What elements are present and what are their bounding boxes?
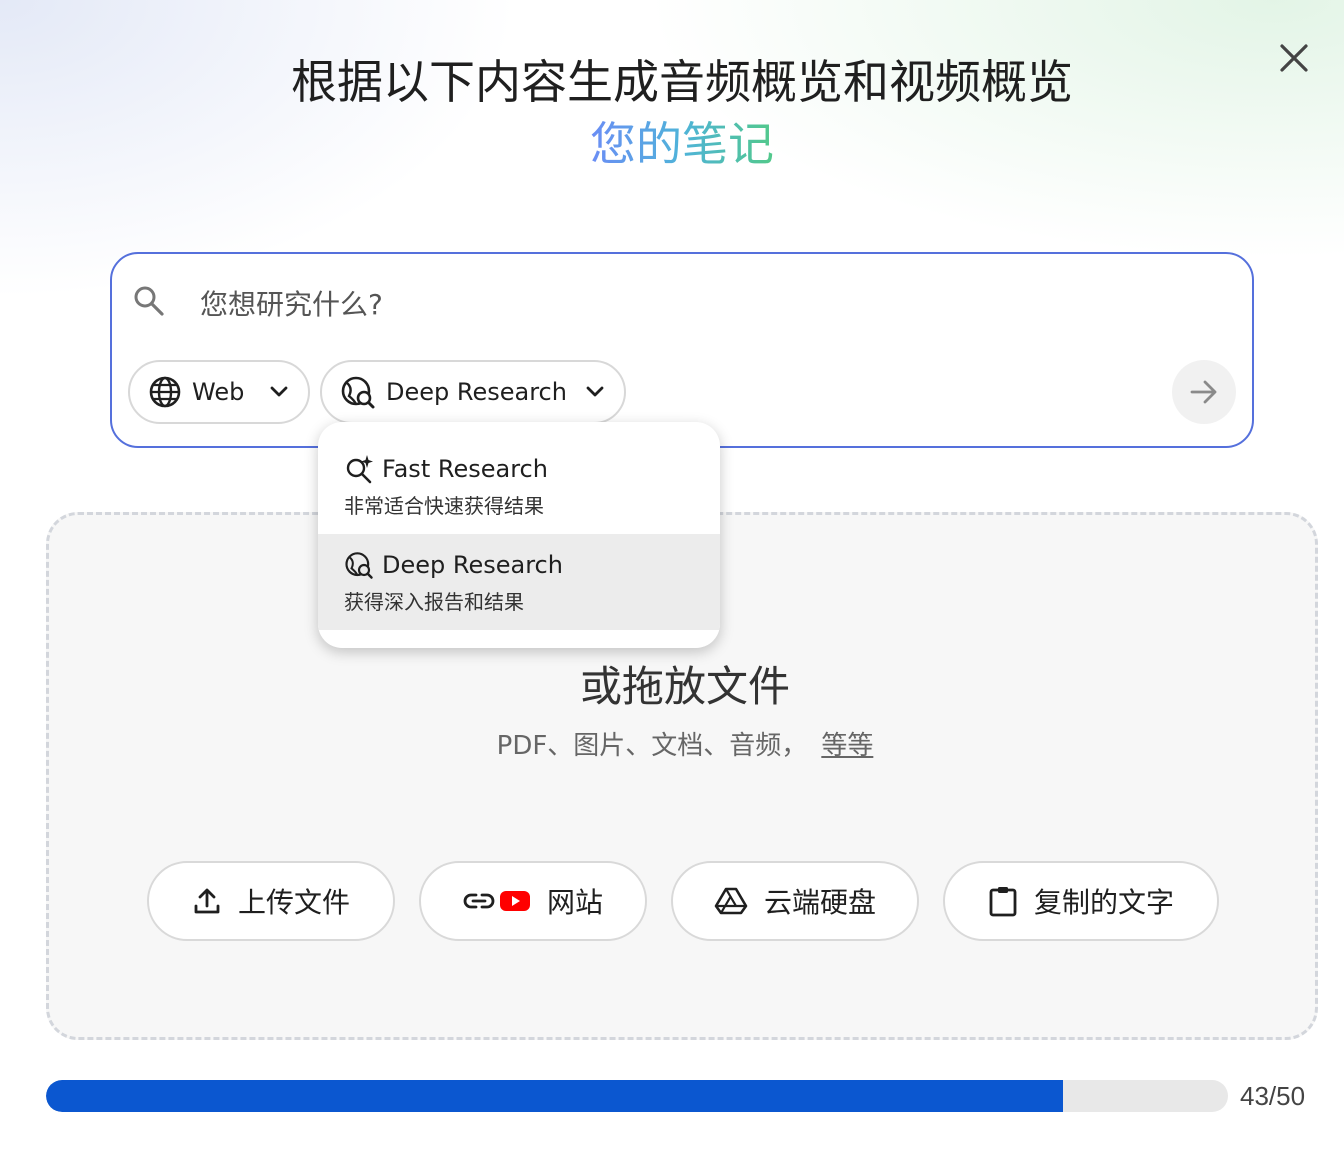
formats-text: PDF、图片、文档、音频， <box>496 731 808 761</box>
paste-text-button[interactable]: 复制的文字 <box>943 861 1219 941</box>
upload-file-label: 上传文件 <box>237 886 350 919</box>
submit-button[interactable] <box>1172 360 1236 424</box>
source-limit-count: 43/50 <box>1240 1081 1306 1111</box>
deep-research-icon <box>341 376 375 409</box>
menu-item-deep-research[interactable]: Deep Research 获得深入报告和结果 <box>318 534 720 630</box>
deep-research-label: Deep Research <box>382 551 563 579</box>
drop-zone-title: 或拖放文件 <box>579 662 790 711</box>
subtitle-text: 您的笔记 <box>590 117 774 171</box>
fast-research-label: Fast Research <box>382 455 548 483</box>
search-icon <box>132 284 166 323</box>
supported-formats: PDF、图片、文档、音频， 等等 <box>49 725 1321 762</box>
source-limit-progress-fill <box>46 1080 1063 1112</box>
link-youtube-icon <box>463 889 531 913</box>
website-source-button[interactable]: 网站 <box>419 861 647 941</box>
research-mode-dropdown[interactable]: Deep Research <box>320 360 626 424</box>
dialog-subtitle: 您的笔记 <box>0 114 1344 174</box>
deep-research-description: 获得深入报告和结果 <box>344 590 524 614</box>
website-label: 网站 <box>546 886 603 919</box>
dialog-title: 根据以下内容生成音频概览和视频概览 <box>291 55 1073 109</box>
source-type-label: Web <box>192 378 245 406</box>
globe-icon <box>149 376 181 408</box>
upload-icon <box>194 888 220 914</box>
menu-item-fast-research[interactable]: Fast Research 非常适合快速获得结果 <box>318 438 720 534</box>
source-type-dropdown[interactable]: Web <box>128 360 310 424</box>
deep-research-icon <box>345 552 373 579</box>
drive-source-button[interactable]: 云端硬盘 <box>671 861 919 941</box>
drive-label: 云端硬盘 <box>763 886 876 919</box>
chevron-down-icon <box>586 386 604 397</box>
research-query-input[interactable] <box>200 282 1100 326</box>
arrow-right-icon <box>1190 380 1217 404</box>
paste-text-label: 复制的文字 <box>1033 886 1174 919</box>
more-formats-link[interactable]: 等等 <box>821 731 873 761</box>
research-mode-label: Deep Research <box>386 378 567 406</box>
youtube-icon <box>499 891 530 911</box>
upload-file-button[interactable]: 上传文件 <box>147 861 395 941</box>
research-mode-menu: Fast Research 非常适合快速获得结果 Deep Research 获… <box>318 422 720 648</box>
research-search-box: Web Deep Research <box>110 252 1254 448</box>
link-icon <box>463 893 495 909</box>
drive-icon <box>714 887 748 915</box>
chevron-down-icon <box>270 386 288 397</box>
fast-research-description: 非常适合快速获得结果 <box>344 494 544 518</box>
clipboard-icon <box>989 887 1017 917</box>
source-limit-progress-bar <box>46 1080 1228 1112</box>
fast-research-icon <box>346 455 373 484</box>
